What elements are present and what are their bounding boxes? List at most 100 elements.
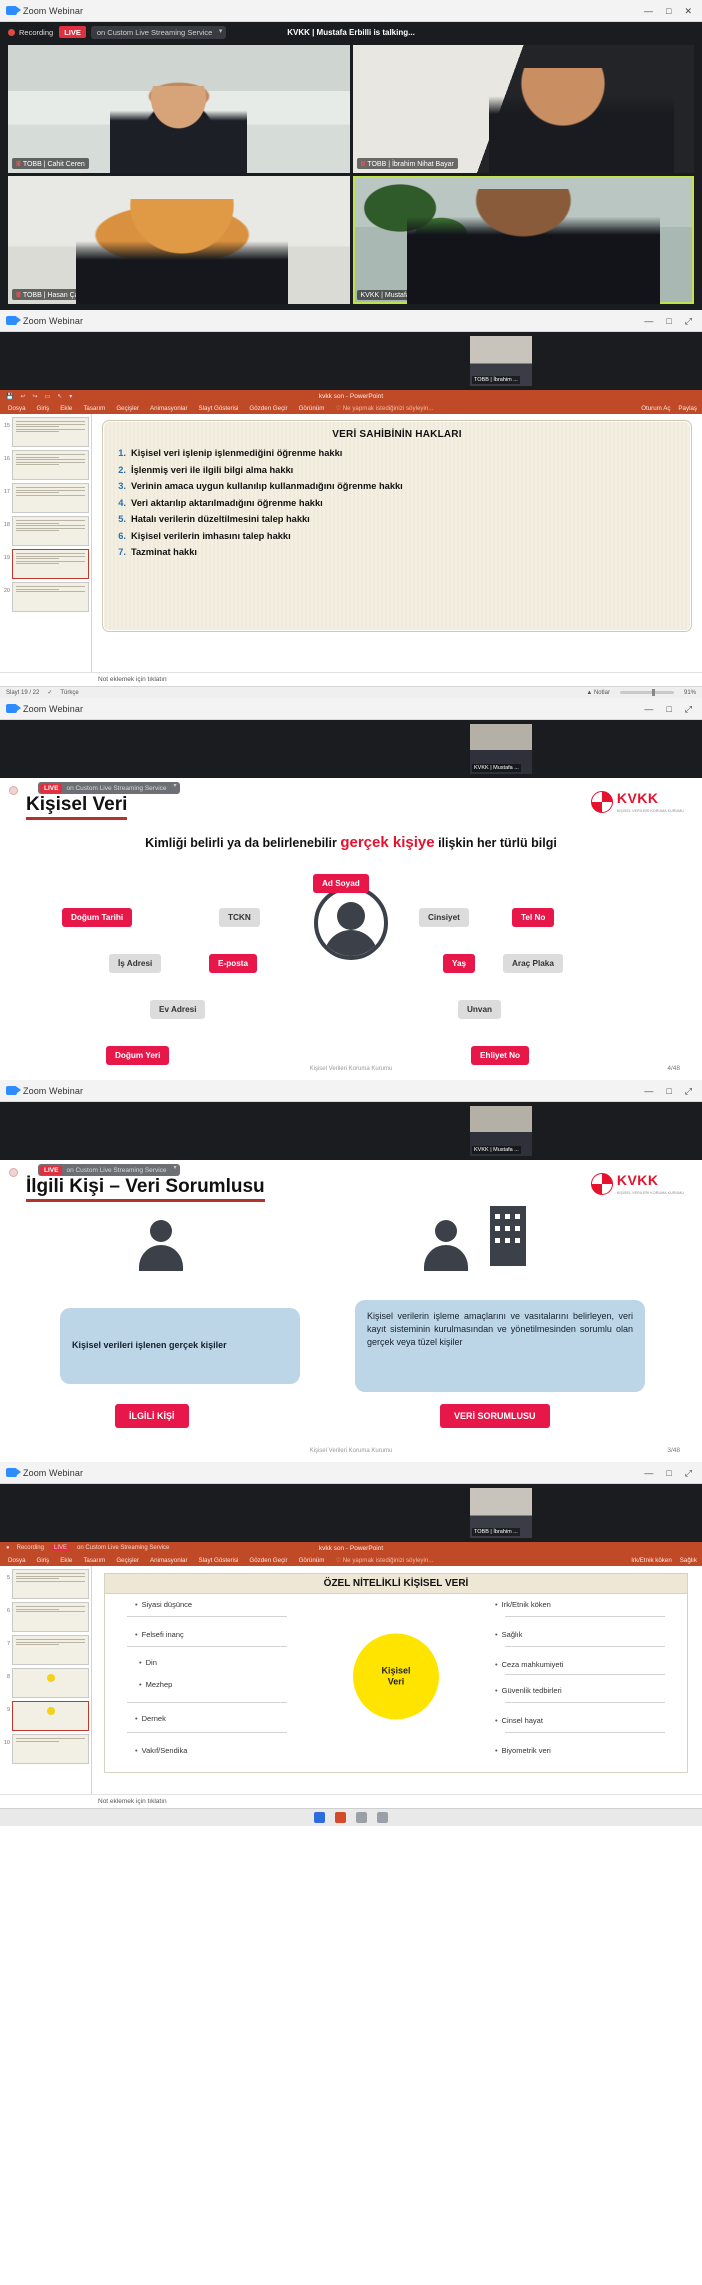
slide-thumbnail-pane[interactable]: 15 16 17 18 19 20 [0, 414, 92, 672]
self-video-thumbnail[interactable]: TOBB | İbrahim ... [470, 1488, 532, 1538]
slide-bullet-list: 1. Kişisel veri işlenip işlenmediğini öğr… [115, 448, 679, 557]
slide-editing-pane[interactable]: ÖZEL NİTELİKLİ KİŞİSEL VERİ Kişisel Veri [92, 1566, 702, 1794]
tab-animasyonlar[interactable]: Animasyonlar [150, 405, 188, 412]
list-number: 1. [118, 448, 126, 458]
thumbnail-row[interactable]: 5 [2, 1569, 89, 1599]
stream-service-dropdown[interactable]: LIVE on Custom Live Streaming Service [38, 1164, 180, 1176]
tab-tasarim[interactable]: Tasarım [83, 405, 105, 412]
restore-button[interactable]: ⤢ [685, 704, 692, 714]
minimize-button[interactable]: — [644, 6, 653, 16]
taskbar-icon-1[interactable] [314, 1812, 325, 1823]
maximize-button[interactable]: □ [666, 6, 671, 16]
slide-thumbnail[interactable] [12, 1734, 89, 1764]
tab-animasyonlar[interactable]: Animasyonlar [150, 1557, 188, 1564]
taskbar-icon-2[interactable] [335, 1812, 346, 1823]
thumbnail-row[interactable]: 7 [2, 1635, 89, 1665]
slide-thumbnail[interactable] [12, 1635, 89, 1665]
maximize-button[interactable]: □ [666, 1468, 671, 1478]
minimize-button[interactable]: — [644, 1086, 653, 1096]
slide-thumbnail[interactable] [12, 516, 89, 546]
participant-tile-active[interactable]: KVKK | Mustafa Erbilli [352, 176, 694, 304]
tab-giris[interactable]: Giriş [37, 405, 50, 412]
tab-dosya[interactable]: Dosya [8, 1557, 26, 1564]
slide-heading: VERİ SAHİBİNİN HAKLARI [332, 429, 462, 440]
maximize-button[interactable]: □ [666, 704, 671, 714]
taskbar-icon-4[interactable] [377, 1812, 388, 1823]
tab-gozden-gecir[interactable]: Gözden Geçir [249, 1557, 287, 1564]
zoom-level[interactable]: 91% [684, 690, 696, 696]
tab-ekle[interactable]: Ekle [60, 405, 72, 412]
slide-thumbnail[interactable] [12, 1602, 89, 1632]
slide-thumbnail[interactable] [12, 417, 89, 447]
minimize-button[interactable]: — [644, 704, 653, 714]
tab-gecisler[interactable]: Geçişler [116, 1557, 139, 1564]
slide-subtitle: Kimliği belirli ya da belirlenebilir ger… [0, 834, 702, 851]
tab-gorunum[interactable]: Görünüm [299, 1557, 325, 1564]
tell-me-box[interactable]: ♡ Ne yapmak istediğinizi söyleyin... [335, 405, 433, 412]
slide-thumbnail[interactable] [12, 483, 89, 513]
self-video-thumbnail[interactable]: KVKK | Mustafa ... [470, 724, 532, 774]
restore-button[interactable]: ⤢ [685, 1086, 692, 1096]
slide-canvas[interactable]: ÖZEL NİTELİKLİ KİŞİSEL VERİ Kişisel Veri [104, 1573, 688, 1773]
thumbnail-row[interactable]: 16 [2, 450, 89, 480]
tab-slayt-gosterisi[interactable]: Slayt Gösterisi [199, 405, 239, 412]
close-button[interactable]: ✕ [684, 6, 692, 16]
maximize-button[interactable]: □ [666, 316, 671, 326]
thumbnail-row[interactable]: 8 [2, 1668, 89, 1698]
participant-tile[interactable]: Ⅲ TOBB | Cahit Ceren [8, 45, 350, 173]
list-number: 7. [118, 547, 126, 557]
thumbnail-row[interactable]: 6 [2, 1602, 89, 1632]
stream-service-dropdown[interactable]: on Custom Live Streaming Service [90, 25, 227, 39]
tell-me-box[interactable]: ♡ Ne yapmak istediğinizi söyleyin... [335, 1557, 433, 1564]
self-video-thumbnail[interactable]: KVKK | Mustafa ... [470, 1106, 532, 1156]
powerpoint-window-1: Zoom Webinar — □ ⤢ TOBB | İbrahim ... 💾 … [0, 310, 702, 698]
thumbnail-row-selected[interactable]: 19 [2, 549, 89, 579]
thumbnail-row[interactable]: 15 [2, 417, 89, 447]
slide-list-item: 6. Kişisel verilerin imhasını talep hakkı [115, 531, 679, 541]
slide-thumbnail-selected[interactable] [12, 549, 89, 579]
thumbnail-row-selected[interactable]: 9 [2, 1701, 89, 1731]
spellcheck-icon[interactable]: ✓ [47, 689, 52, 696]
slide-thumbnail[interactable] [12, 582, 89, 612]
tab-ekle[interactable]: Ekle [60, 1557, 72, 1564]
participant-tile[interactable]: Ⅲ TOBB | İbrahim Nihat Bayar [352, 45, 694, 173]
tab-dosya[interactable]: Dosya [8, 405, 26, 412]
sign-in-button[interactable]: Irk/Etnik köken [631, 1557, 672, 1564]
slide-thumbnail-selected[interactable] [12, 1701, 89, 1731]
tab-gozden-gecir[interactable]: Gözden Geçir [249, 405, 287, 412]
slide-thumbnail[interactable] [12, 1569, 89, 1599]
slide-canvas[interactable]: VERİ SAHİBİNİN HAKLARI 1. Kişisel veri iş… [102, 420, 692, 632]
slide-editing-pane[interactable]: VERİ SAHİBİNİN HAKLARI 1. Kişisel veri iş… [92, 414, 702, 672]
tab-giris[interactable]: Giriş [37, 1557, 50, 1564]
thumbnail-row[interactable]: 17 [2, 483, 89, 513]
tab-gorunum[interactable]: Görünüm [299, 405, 325, 412]
language-label[interactable]: Türkçe [60, 690, 78, 696]
notes-button[interactable]: ▲ Notlar [586, 690, 610, 696]
restore-button[interactable]: ⤢ [685, 1468, 692, 1478]
minimize-button[interactable]: — [644, 316, 653, 326]
slide-thumbnail[interactable] [12, 450, 89, 480]
maximize-button[interactable]: □ [666, 1086, 671, 1096]
sign-in-button[interactable]: Oturum Aç [641, 405, 670, 412]
tab-slayt-gosterisi[interactable]: Slayt Gösterisi [199, 1557, 239, 1564]
share-button[interactable]: Paylaş [678, 405, 697, 412]
zoom-record-indicator-icon[interactable] [9, 1168, 18, 1177]
taskbar-icon-3[interactable] [356, 1812, 367, 1823]
self-video-thumbnail[interactable]: TOBB | İbrahim ... [470, 336, 532, 386]
notes-pane[interactable]: Not eklemek için tıklatın [0, 672, 702, 686]
stream-service-dropdown[interactable]: LIVE on Custom Live Streaming Service [38, 782, 180, 794]
thumbnail-row[interactable]: 10 [2, 1734, 89, 1764]
thumbnail-row[interactable]: 20 [2, 582, 89, 612]
share-button[interactable]: Sağlık [680, 1557, 697, 1564]
minimize-button[interactable]: — [644, 1468, 653, 1478]
participant-tile[interactable]: Ⅲ TOBB | Hasan Çağlayan Dündar [8, 176, 350, 304]
tab-tasarim[interactable]: Tasarım [83, 1557, 105, 1564]
slide-thumbnail-pane[interactable]: 5 6 7 8 9 10 [0, 1566, 92, 1794]
tab-gecisler[interactable]: Geçişler [116, 405, 139, 412]
notes-pane[interactable]: Not eklemek için tıklatın [0, 1794, 702, 1808]
zoom-slider[interactable] [619, 689, 674, 696]
slide-thumbnail[interactable] [12, 1668, 89, 1698]
thumbnail-row[interactable]: 18 [2, 516, 89, 546]
restore-button[interactable]: ⤢ [685, 316, 692, 326]
zoom-record-indicator-icon[interactable] [9, 786, 18, 795]
